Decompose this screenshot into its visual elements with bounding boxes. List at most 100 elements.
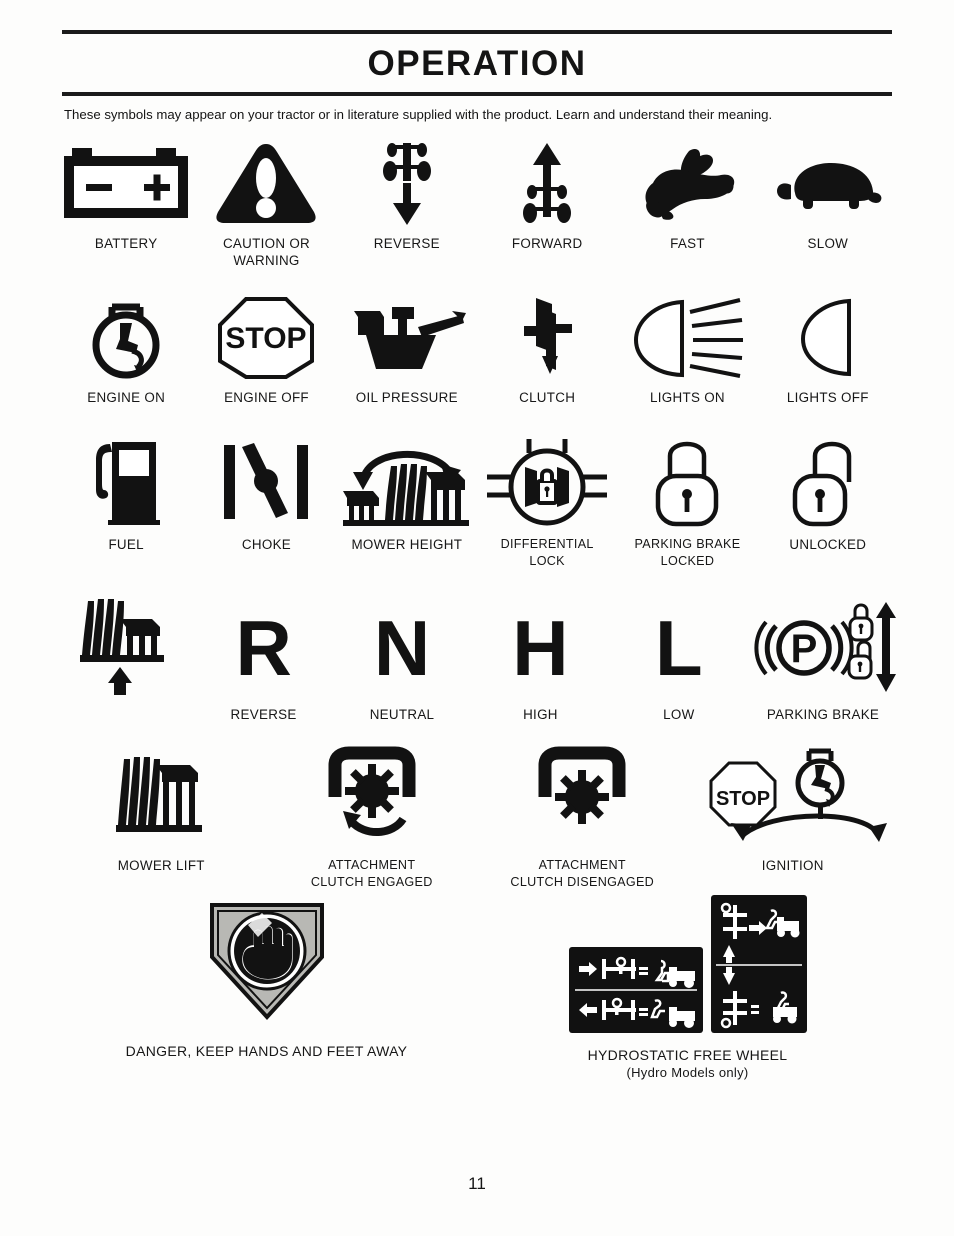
turtle-slow-icon [769, 141, 887, 227]
attachment-clutch-disengaged-icon [523, 745, 641, 849]
symbol-label: FUEL [108, 537, 144, 552]
symbol-cell-lights-off: LIGHTS OFF [758, 295, 898, 406]
mower-lift-adjust-icon [78, 598, 172, 698]
danger-block: DANGER, KEEP HANDS AND FEET AWAY [56, 895, 477, 1060]
symbol-label: ATTACHMENT CLUTCH ENGAGED [310, 858, 433, 889]
lights-on-icon [624, 295, 750, 381]
lights-off-icon [793, 295, 863, 381]
letter-n-icon: N [374, 598, 430, 698]
symbol-label: MOWER HEIGHT [351, 537, 463, 552]
p-glyph: P [791, 627, 818, 671]
symbol-cell-forward: FORWARD [477, 141, 617, 269]
danger-hand-shield-icon [182, 895, 352, 1025]
symbol-cell-mower-lift-adjust [56, 598, 194, 723]
symbol-label: ATTACHMENT CLUTCH DISENGAGED [510, 858, 655, 889]
symbol-label: SLOW [807, 236, 849, 251]
symbol-row-2: ENGINE ON STOP ENGINE OFF OIL PRESSURE C… [56, 295, 898, 406]
symbol-row-3: FUEL CHOKE MOWER HEIGHT DIFFERENTIAL LOC… [56, 436, 898, 570]
symbol-cell-clutch-disengaged: ATTACHMENT CLUTCH DISENGAGED [477, 745, 688, 891]
symbol-label: NEUTRAL [369, 707, 435, 722]
symbol-cell-letter-n: N NEUTRAL [333, 598, 471, 723]
rabbit-fast-icon [629, 141, 745, 227]
symbol-cell-choke: CHOKE [196, 436, 336, 570]
engine-on-icon [80, 295, 172, 381]
symbol-cell-caution: CAUTION OR WARNING [196, 141, 336, 269]
engine-off-stop-icon: STOP [216, 295, 316, 381]
clutch-icon [512, 295, 582, 381]
symbol-cell-clutch-engaged: ATTACHMENT CLUTCH ENGAGED [267, 745, 478, 891]
symbol-row-4: R REVERSE N NEUTRAL H HIGH L LOW P PARKI… [56, 598, 898, 723]
manual-page: OPERATION These symbols may appear on yo… [0, 0, 954, 1236]
symbol-cell-oil-pressure: OIL PRESSURE [337, 295, 477, 406]
symbol-row-5: MOWER LIFT ATTACHMENT CLUTCH ENGAGED ATT… [56, 745, 898, 891]
oil-pressure-can-icon [344, 295, 470, 381]
symbol-label: OIL PRESSURE [355, 390, 458, 405]
symbol-label: FORWARD [511, 236, 583, 251]
symbol-label: PARKING BRAKE [766, 707, 880, 722]
bottom-section: DANGER, KEEP HANDS AND FEET AWAY HYDROST… [0, 891, 954, 1081]
letter-glyph: L [655, 604, 703, 692]
mower-height-icon [339, 436, 475, 528]
hydrostatic-free-wheel-decal-icon [568, 895, 807, 1033]
symbol-cell-unlocked: UNLOCKED [758, 436, 898, 570]
symbol-cell-ignition: STOP IGNITION [688, 745, 899, 891]
symbol-label: ENGINE ON [87, 390, 166, 405]
symbol-label: MOWER LIFT [117, 858, 205, 873]
padlock-locked-icon [650, 436, 724, 528]
symbol-label: DIFFERENTIAL LOCK [500, 537, 594, 568]
symbol-cell-mower-lift: MOWER LIFT [56, 745, 267, 891]
stop-text: STOP [716, 788, 770, 810]
symbol-cell-engine-off: STOP ENGINE OFF [196, 295, 336, 406]
symbol-cell-differential-lock: DIFFERENTIAL LOCK [477, 436, 617, 570]
symbol-cell-fuel: FUEL [56, 436, 196, 570]
parking-brake-icon: P [748, 598, 898, 698]
symbol-label: CLUTCH [519, 390, 576, 405]
symbol-label: ENGINE OFF [224, 390, 309, 405]
symbol-label: REVERSE [373, 236, 440, 251]
caution-warning-triangle-icon [211, 141, 321, 227]
letter-glyph: R [235, 604, 292, 692]
fuel-pump-icon [86, 436, 166, 528]
page-header: OPERATION These symbols may appear on yo… [0, 0, 954, 123]
symbol-label: LIGHTS ON [650, 390, 725, 405]
attachment-clutch-engaged-icon [313, 745, 431, 849]
letter-l-icon: L [655, 598, 703, 698]
symbol-cell-fast: FAST [617, 141, 757, 269]
symbol-label: HIGH [523, 707, 558, 722]
symbol-label: PARKING BRAKE LOCKED [634, 537, 741, 568]
letter-glyph: N [373, 604, 431, 692]
hydrostatic-sublabel: (Hydro Models only) [626, 1065, 749, 1080]
symbol-cell-parking-brake: P PARKING BRAKE [748, 598, 898, 723]
danger-label: DANGER, KEEP HANDS AND FEET AWAY [125, 1043, 408, 1059]
symbol-label: FAST [670, 236, 705, 251]
symbol-cell-letter-h: H HIGH [471, 598, 609, 723]
ignition-icon: STOP [699, 745, 887, 849]
symbol-cell-slow: SLOW [758, 141, 898, 269]
mower-lift-icon [114, 745, 208, 849]
header-rule-top [62, 30, 892, 34]
symbol-label: IGNITION [761, 858, 824, 873]
decal-wide [568, 947, 703, 1033]
tractor-reverse-icon [379, 141, 435, 227]
symbol-cell-letter-l: L LOW [610, 598, 748, 723]
symbol-label: UNLOCKED [789, 537, 867, 552]
letter-r-icon: R [235, 598, 291, 698]
symbol-cell-letter-r: R REVERSE [194, 598, 332, 723]
symbol-cell-parking-brake-locked: PARKING BRAKE LOCKED [617, 436, 757, 570]
symbol-label: CHOKE [241, 537, 292, 552]
differential-lock-icon [483, 436, 611, 528]
symbol-row-1: BATTERY CAUTION OR WARNING REVERSE FORWA… [56, 141, 898, 269]
decal-tall [710, 895, 807, 1033]
symbol-grid: BATTERY CAUTION OR WARNING REVERSE FORWA… [0, 123, 954, 891]
page-title: OPERATION [367, 44, 587, 83]
symbol-cell-lights-on: LIGHTS ON [617, 295, 757, 406]
hydrostatic-label: HYDROSTATIC FREE WHEEL [587, 1047, 788, 1063]
stop-text: STOP [226, 322, 307, 355]
padlock-unlocked-icon [787, 436, 869, 528]
letter-h-icon: H [512, 598, 568, 698]
symbol-label: CAUTION OR WARNING [222, 236, 311, 268]
choke-icon [218, 436, 314, 528]
symbol-cell-battery: BATTERY [56, 141, 196, 269]
battery-icon [60, 141, 192, 227]
symbol-label: REVERSE [230, 707, 297, 722]
